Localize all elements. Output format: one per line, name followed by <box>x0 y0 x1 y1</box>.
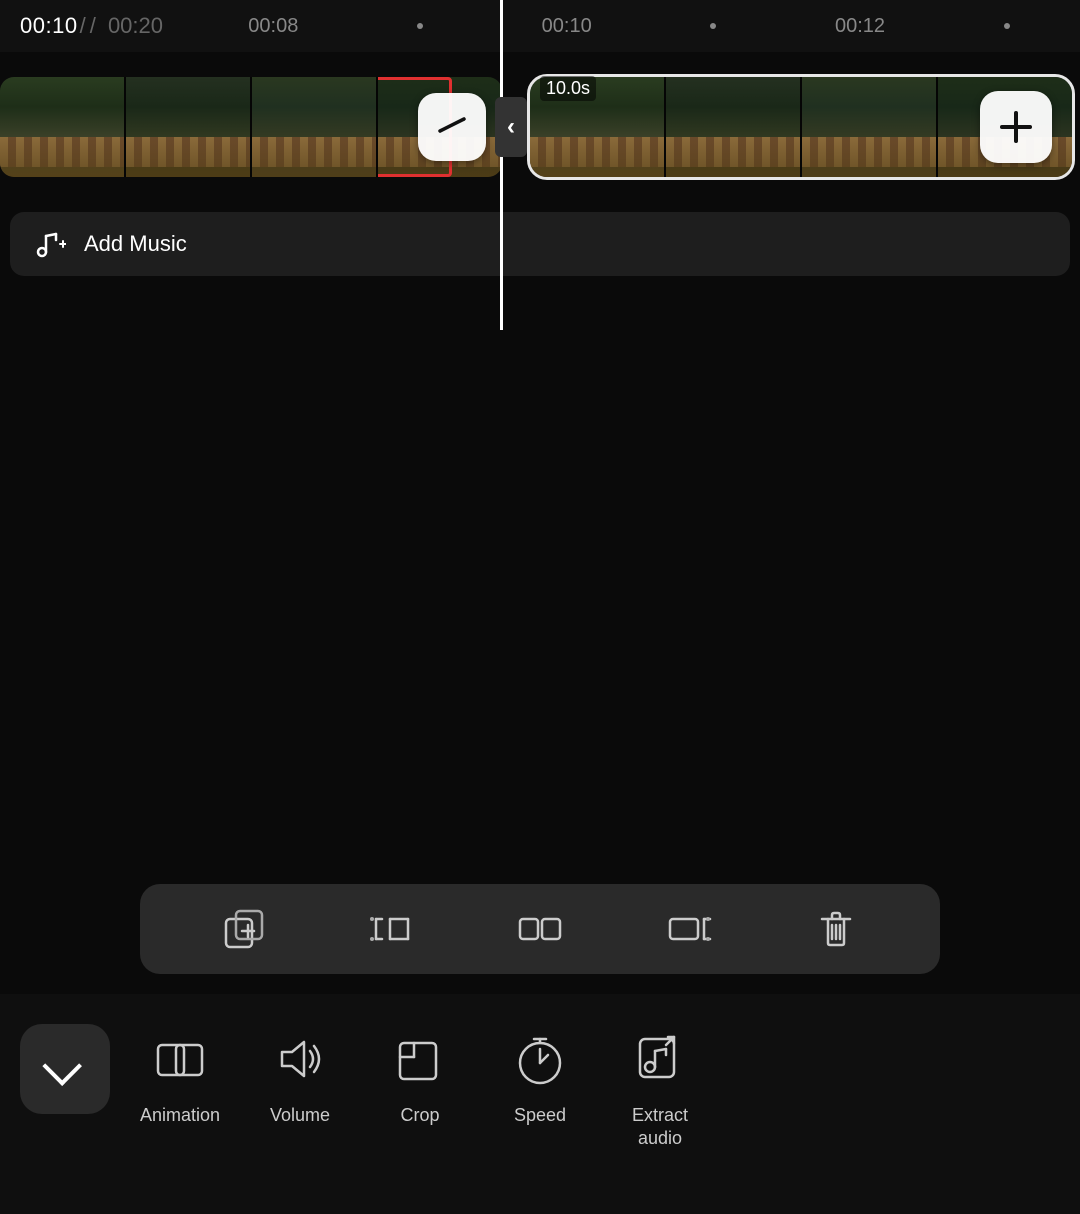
thumbnail-r2 <box>666 77 800 177</box>
tick-00-08: 00:08 <box>200 15 347 38</box>
split-button[interactable] <box>510 899 570 959</box>
tick-dot-1 <box>347 15 494 38</box>
extract-audio-label: Extract audio <box>632 1104 688 1151</box>
clip-add-button[interactable] <box>980 91 1052 163</box>
add-music-label: Add Music <box>84 231 187 257</box>
chevron-down-icon <box>42 1046 82 1086</box>
time-separator-slash: / <box>90 13 96 39</box>
collapse-panel-button[interactable] <box>20 1024 110 1114</box>
trim-end-button[interactable] <box>658 899 718 959</box>
time-separator-space <box>100 13 106 39</box>
add-music-button[interactable]: Add Music <box>10 212 1070 276</box>
crop-icon <box>385 1024 455 1094</box>
tick-dot-3 <box>933 15 1080 38</box>
time-total: 00:20 <box>108 13 163 39</box>
crop-label: Crop <box>400 1104 439 1127</box>
animation-icon <box>145 1024 215 1094</box>
thumbnail-3 <box>252 77 376 177</box>
collapse-clips-button[interactable] <box>495 97 527 157</box>
timeline-track-area: 10.0s <box>0 62 1080 192</box>
tool-volume[interactable]: Volume <box>240 1024 360 1127</box>
delete-button[interactable] <box>806 899 866 959</box>
clip-right-inner <box>530 77 1072 177</box>
extract-audio-icon <box>625 1024 695 1094</box>
bottom-toolbar: Animation Volume Crop <box>0 994 1080 1214</box>
volume-icon <box>265 1024 335 1094</box>
tick-00-12: 00:12 <box>787 15 934 38</box>
music-note-icon <box>32 226 68 262</box>
clip-left-inner <box>0 77 502 177</box>
clip-remove-button[interactable] <box>418 93 486 161</box>
tick-00-10: 00:10 <box>493 15 640 38</box>
speed-label: Speed <box>514 1104 566 1127</box>
timeline-ticks: 00:08 00:10 00:12 <box>200 0 1080 52</box>
volume-label: Volume <box>270 1104 330 1127</box>
thumbnail-1 <box>0 77 124 177</box>
tool-extract-audio[interactable]: Extract audio <box>600 1024 720 1151</box>
tool-speed[interactable]: Speed <box>480 1024 600 1127</box>
thumbnail-r3 <box>802 77 936 177</box>
time-current: 00:10 <box>20 13 78 39</box>
clip-right[interactable] <box>527 74 1075 180</box>
clip-left[interactable] <box>0 77 502 177</box>
thumbnail-2 <box>126 77 250 177</box>
animation-label: Animation <box>140 1104 220 1127</box>
tool-crop[interactable]: Crop <box>360 1024 480 1127</box>
duplicate-button[interactable] <box>214 899 274 959</box>
time-separator: / <box>80 13 86 39</box>
tool-animation[interactable]: Animation <box>120 1024 240 1127</box>
trim-start-button[interactable] <box>362 899 422 959</box>
tick-dot-2 <box>640 15 787 38</box>
playhead <box>500 0 503 330</box>
edit-toolbar <box>140 884 940 974</box>
timeline-header: 00:10 / / 00:20 00:08 00:10 00:12 <box>0 0 1080 52</box>
clip-duration-label: 10.0s <box>540 76 596 101</box>
speed-icon <box>505 1024 575 1094</box>
